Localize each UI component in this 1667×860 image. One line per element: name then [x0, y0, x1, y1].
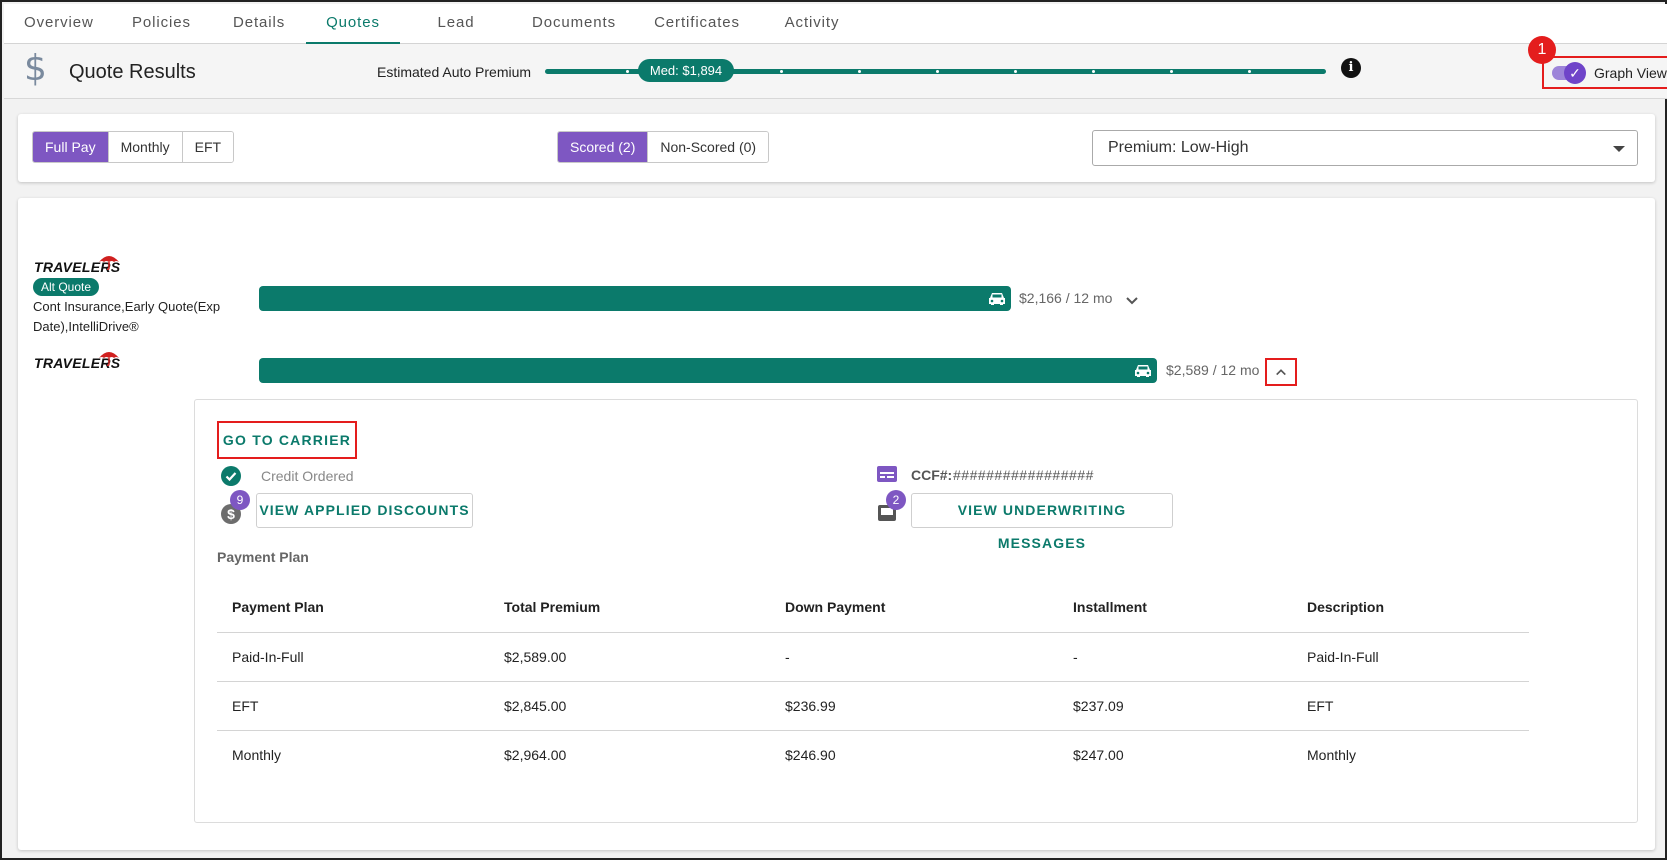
caret-down-icon	[1613, 146, 1625, 152]
sort-value: Premium: Low-High	[1108, 139, 1249, 156]
range-tick	[1170, 70, 1173, 73]
premium-bar[interactable]	[259, 286, 1011, 311]
table-cell: $236.99	[770, 681, 1058, 731]
tab-lead-info[interactable]: Lead Info	[422, 4, 490, 69]
ccf-label: CCF#:	[911, 467, 953, 483]
umbrella-icon	[99, 352, 119, 366]
app-frame: Overview Policies Details Quotes Lead In…	[0, 0, 1667, 860]
step-marker-1: 1	[1528, 36, 1556, 64]
column-header: Total Premium	[489, 582, 770, 633]
range-tick	[936, 70, 939, 73]
range-tick	[858, 70, 861, 73]
table-cell: Paid-In-Full	[217, 632, 489, 682]
table-cell: $2,964.00	[504, 746, 567, 763]
table-cell: Monthly	[232, 746, 282, 763]
quote-detail-panel: GO TO CARRIER Credit Ordered $ 9 VIEW AP…	[194, 399, 1638, 823]
dollar-icon: $	[24, 48, 47, 89]
table-cell: Monthly	[1307, 746, 1357, 763]
score-filter-group: Scored (2) Non-Scored (0)	[557, 131, 770, 163]
eft-button[interactable]: EFT	[182, 132, 234, 162]
full-pay-button[interactable]: Full Pay	[33, 132, 109, 162]
graph-view-label: Graph View	[1594, 65, 1667, 81]
check-circle-icon	[221, 466, 241, 486]
view-underwriting-messages-button[interactable]: VIEW UNDERWRITING MESSAGES	[911, 493, 1173, 551]
graph-view-toggle[interactable]: ✓ Graph View	[1542, 56, 1667, 89]
payment-plan-table: Payment Plan Total Premium Down Payment …	[217, 582, 1529, 779]
table-cell: EFT	[217, 681, 489, 731]
median-premium-badge: Med: $1,894	[638, 59, 734, 82]
range-tick	[1248, 70, 1251, 73]
quote-description: Cont Insurance,Early Quote(Exp Date),Int…	[33, 299, 221, 334]
column-header: Description	[1292, 582, 1529, 633]
monthly-button[interactable]: Monthly	[108, 132, 183, 162]
view-applied-discounts-button[interactable]: VIEW APPLIED DISCOUNTS	[256, 493, 473, 528]
table-cell: $2,589.00	[489, 632, 770, 682]
tab-bar: Overview Policies Details Quotes Lead In…	[4, 4, 1667, 69]
alt-quote-badge: Alt Quote	[33, 278, 100, 296]
quote-price: $2,589 / 12 mo	[1166, 362, 1260, 378]
check-icon: ✓	[1564, 62, 1586, 84]
tab-policies[interactable]: Policies	[132, 4, 190, 44]
estimated-premium-label: Estimated Auto Premium	[377, 64, 532, 80]
tab-activity[interactable]: Activity	[783, 4, 841, 44]
table-row: Monthly $2,964.00 $246.90 $247.00 Monthl…	[217, 730, 1529, 779]
chevron-down-icon[interactable]	[1121, 289, 1143, 311]
table-cell: EFT	[1292, 681, 1529, 731]
premium-bar[interactable]	[259, 358, 1157, 383]
tab-overview[interactable]: Overview	[24, 4, 93, 44]
ccf-value: #################	[953, 467, 1094, 483]
credit-status: Credit Ordered	[261, 468, 354, 484]
tab-documents[interactable]: Documents	[532, 4, 615, 44]
table-cell: -	[770, 632, 1058, 682]
range-tick	[1014, 70, 1017, 73]
card-icon	[877, 466, 897, 482]
payment-plan-heading: Payment Plan	[217, 549, 309, 565]
filter-bar: Full Pay Monthly EFT Scored (2) Non-Scor…	[18, 114, 1655, 182]
table-cell: Paid-In-Full	[1292, 632, 1529, 682]
scored-button[interactable]: Scored (2)	[558, 132, 649, 162]
table-row: Paid-In-Full $2,589.00 - - Paid-In-Full	[217, 632, 1529, 682]
table-cell: $2,845.00	[489, 681, 770, 731]
messages-count-badge: 2	[886, 490, 906, 510]
range-tick	[1092, 70, 1095, 73]
tab-details[interactable]: Details	[233, 4, 285, 44]
umbrella-icon	[99, 256, 119, 270]
quote-results-header: $ Quote Results Estimated Auto Premium M…	[4, 44, 1667, 99]
column-header: Down Payment	[770, 582, 1058, 633]
payment-type-group: Full Pay Monthly EFT	[32, 131, 235, 163]
range-tick	[626, 70, 629, 73]
tab-certificates[interactable]: Certificates	[654, 4, 740, 44]
tab-quotes[interactable]: Quotes	[306, 4, 400, 44]
page-title: Quote Results	[69, 61, 196, 83]
table-row: EFT $2,845.00 $236.99 $237.09 EFT	[217, 681, 1529, 731]
range-tick	[780, 70, 783, 73]
table-cell: -	[1058, 632, 1292, 682]
car-icon	[1135, 365, 1151, 377]
non-scored-button[interactable]: Non-Scored (0)	[648, 132, 769, 162]
sort-select[interactable]: Premium: Low-High	[1092, 130, 1638, 166]
table-cell: $246.90	[785, 746, 836, 763]
info-icon[interactable]: i	[1341, 58, 1361, 78]
table-header-row: Payment Plan Total Premium Down Payment …	[217, 582, 1529, 633]
chevron-up-icon[interactable]	[1265, 358, 1297, 386]
table-cell: $237.09	[1058, 681, 1292, 731]
quote-results-card: TRAVELERS Alt Quote Cont Insurance,Early…	[18, 198, 1655, 850]
discount-count-badge: 9	[230, 490, 250, 510]
go-to-carrier-button[interactable]: GO TO CARRIER	[217, 421, 357, 459]
quote-price: $2,166 / 12 mo	[1019, 290, 1113, 306]
car-icon	[989, 293, 1005, 305]
table-cell: $247.00	[1073, 746, 1124, 763]
column-header: Payment Plan	[217, 582, 489, 633]
column-header: Installment	[1058, 582, 1292, 633]
